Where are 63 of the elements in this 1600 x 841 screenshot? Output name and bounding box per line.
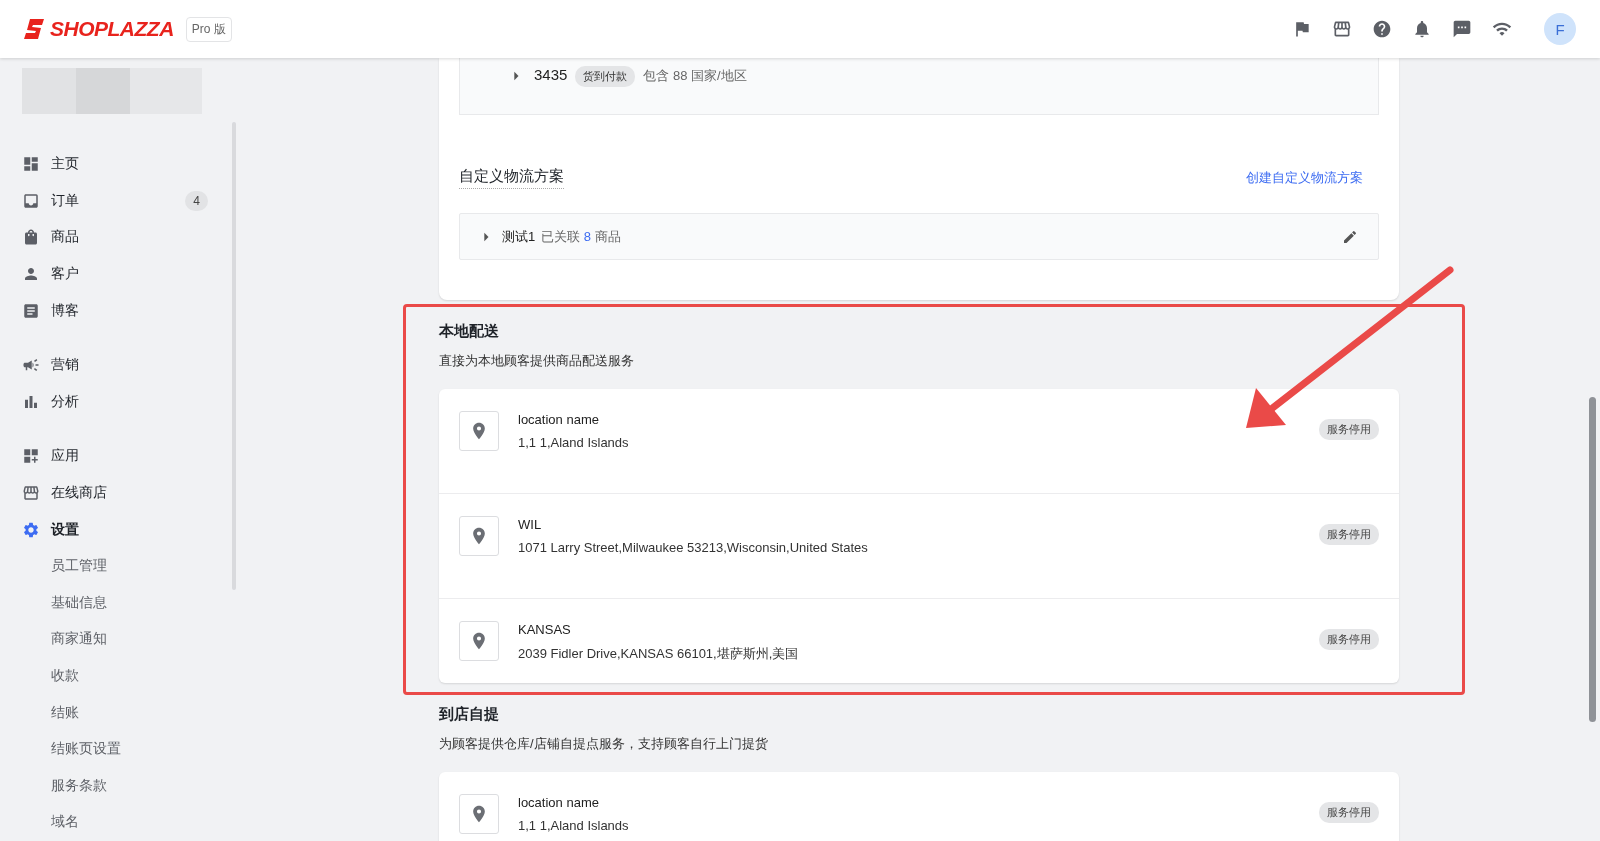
payment-tag: 货到付款 [575,66,636,87]
nav-icon [22,228,40,247]
location-pin-icon [459,621,499,661]
user-avatar[interactable]: F [1544,13,1576,45]
sidebar-item[interactable]: 在线商店 [22,474,238,512]
sidebar-subitem[interactable]: 服务条款 [22,767,238,805]
sidebar-item[interactable]: 应用 [22,438,238,475]
status-tag: 服务停用 [1319,802,1379,823]
scrollbar[interactable] [1589,397,1596,722]
create-plan-link[interactable]: 创建自定义物流方案 [1246,169,1363,187]
count-badge: 4 [185,190,208,211]
location-address: 2039 Fidler Drive,KANSAS 66101,堪萨斯州,美国 [518,645,799,663]
location-address: 1,1 1,Aland Islands [518,435,629,450]
sidebar-item[interactable]: 营销 [22,346,238,384]
sidebar-item[interactable]: 设置 [22,511,238,548]
status-tag: 服务停用 [1319,629,1379,650]
location-name: location name [518,412,600,427]
location-pin-icon [459,516,499,556]
store-icon[interactable] [1332,19,1352,39]
sidebar-subitem[interactable]: 域名 [22,804,238,841]
section-title: 自定义物流方案 [459,167,564,189]
location-name: location name [518,795,600,810]
status-tag: 服务停用 [1319,524,1379,545]
plan-row[interactable]: 测试1 已关联 8 商品 [459,213,1379,260]
sidebar-item[interactable]: 商品 [22,219,238,256]
nav-icon [22,155,40,174]
zone-name: 3435 [534,66,568,83]
sidebar-item[interactable]: 博客 [22,292,238,329]
zone-summary: 包含 88 国家/地区 [643,67,747,85]
location-address: 1,1 1,Aland Islands [518,818,629,833]
sidebar-item[interactable]: 主页 [22,146,238,183]
logo-icon [24,18,46,40]
nav-icon [22,520,40,539]
sidebar-subitem[interactable]: 收款 [22,657,238,695]
logo-text: SHOPLAZZA [50,17,174,41]
chat-icon[interactable] [1452,19,1472,39]
sidebar-subitem[interactable]: 商家通知 [22,621,238,658]
plan-summary: 测试1 已关联 8 商品 [502,227,621,246]
nav-icon [22,301,40,320]
sidebar-item[interactable]: 订单 4 [22,182,238,220]
location-name: KANSAS [518,622,572,637]
sidebar-subitem[interactable]: 基础信息 [22,584,238,622]
sidebar-subitem[interactable]: 员工管理 [22,547,238,585]
sidebar-subitem[interactable]: 结账页设置 [22,730,238,768]
edit-button[interactable] [1342,228,1358,245]
help-icon[interactable] [1372,19,1392,39]
sidebar-item[interactable]: 客户 [22,255,238,293]
location-pin-icon [459,411,499,451]
section-title: 本地配送 [439,322,500,341]
sidebar-subitem[interactable]: 结账 [22,694,238,731]
location-address: 1071 Larry Street,Milwaukee 53213,Wisconsin,United States [518,540,868,555]
nav-icon [22,484,40,503]
nav-icon [22,447,40,466]
notification-icon[interactable] [1412,19,1432,39]
section-title: 到店自提 [439,705,500,724]
location-pin-icon [459,794,499,834]
sidebar-item[interactable]: 分析 [22,383,238,421]
location-name: WIL [518,517,543,532]
section-description: 为顾客提供仓库/店铺自提点服务，支持顾客自行上门提货 [439,735,769,753]
nav-icon [22,191,40,210]
plan-label: Pro 版 [185,16,232,42]
section-description: 直接为本地顾客提供商品配送服务 [439,352,635,370]
status-tag: 服务停用 [1319,419,1379,440]
